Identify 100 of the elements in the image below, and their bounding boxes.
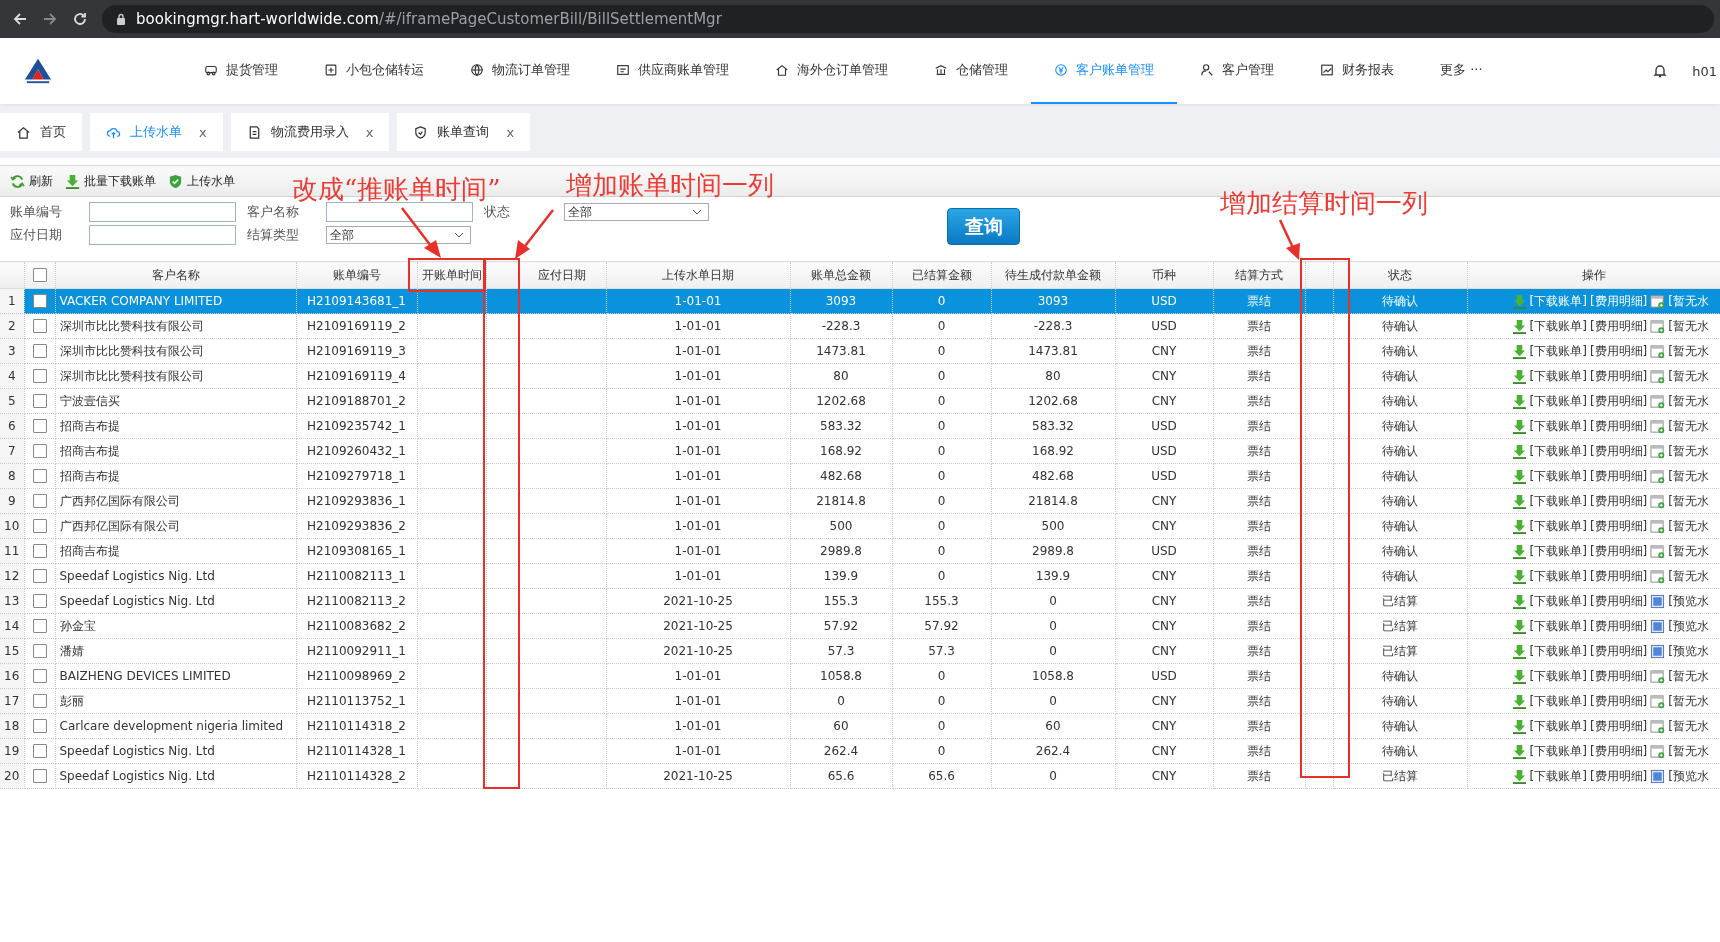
table-row[interactable]: 14 孙金宝 H2110083682_2 2021-10-25 57.92 57.92 0 CNY 票结 已结算 [下载账单] [费用明细] [预览水 [0, 613, 1720, 639]
action-link[interactable]: [下载账单] [1529, 417, 1587, 435]
receipt-link[interactable]: [预览水 [1668, 592, 1709, 610]
action-link[interactable]: [下载账单] [1529, 642, 1587, 660]
row-checkbox[interactable] [32, 619, 47, 634]
table-row[interactable]: 19 Speedaf Logistics Nig. Ltd H2110114328_1 1-01-01 262.4 0 262.4 CNY 票结 待确认 [下载账单] [费用明细] [暂无水 [0, 738, 1720, 764]
nav-item[interactable]: 供应商账单管理 [593, 38, 752, 104]
table-row[interactable]: 8 招商吉布提 H2109279718_1 1-01-01 482.68 0 482.68 USD 票结 待确认 [下载账单] [费用明细] [暂无水 [0, 463, 1720, 489]
action-link[interactable]: [费用明细] [1589, 317, 1648, 335]
bill-number-field[interactable] [89, 202, 236, 222]
receipt-link[interactable]: [暂无水 [1668, 692, 1709, 710]
table-row[interactable]: 17 彭丽 H2110113752_1 1-01-01 0 0 0 CNY 票结 待确认 [下载账单] [费用明细] [暂无水 [0, 688, 1720, 714]
action-link[interactable]: [下载账单] [1529, 617, 1587, 635]
table-row[interactable]: 13 Speedaf Logistics Nig. Ltd H2110082113_2 2021-10-25 155.3 155.3 0 CNY 票结 已结算 [下载账单] [费用明细] [预览水 [0, 588, 1720, 614]
back-icon[interactable] [12, 11, 28, 27]
customer-name-field[interactable] [326, 202, 473, 222]
action-link[interactable]: [费用明细] [1589, 617, 1648, 635]
row-checkbox[interactable] [32, 444, 47, 459]
receipt-link[interactable]: [暂无水 [1668, 667, 1709, 685]
row-checkbox[interactable] [32, 719, 47, 734]
row-checkbox[interactable] [32, 344, 47, 359]
row-checkbox[interactable] [32, 744, 47, 759]
table-row[interactable]: 6 招商吉布提 H2109235742_1 1-01-01 583.32 0 583.32 USD 票结 待确认 [下载账单] [费用明细] [暂无水 [0, 413, 1720, 439]
action-link[interactable]: [下载账单] [1529, 542, 1587, 560]
action-link[interactable]: [下载账单] [1529, 317, 1587, 335]
action-link[interactable]: [下载账单] [1529, 742, 1587, 760]
receipt-link[interactable]: [暂无水 [1668, 717, 1709, 735]
receipt-link[interactable]: [暂无水 [1668, 342, 1709, 360]
table-row[interactable]: 3 深圳市比比赞科技有限公司 H2109169119_3 1-01-01 1473.81 0 1473.81 CNY 票结 待确认 [下载账单] [费用明细] [暂无水 [0, 338, 1720, 364]
receipt-link[interactable]: [预览水 [1668, 767, 1709, 785]
row-checkbox[interactable] [32, 669, 47, 684]
row-checkbox[interactable] [32, 394, 47, 409]
receipt-link[interactable]: [暂无水 [1668, 567, 1709, 585]
row-checkbox[interactable] [32, 494, 47, 509]
row-checkbox[interactable] [32, 769, 47, 784]
action-link[interactable]: [下载账单] [1529, 667, 1587, 685]
table-row[interactable]: 11 招商吉布提 H2109308165_1 1-01-01 2989.8 0 2989.8 USD 票结 待确认 [下载账单] [费用明细] [暂无水 [0, 538, 1720, 564]
row-checkbox[interactable] [32, 419, 47, 434]
bell-icon[interactable] [1652, 63, 1669, 79]
action-link[interactable]: [下载账单] [1529, 467, 1587, 485]
action-link[interactable]: [下载账单] [1529, 692, 1587, 710]
receipt-link[interactable]: [暂无水 [1668, 442, 1709, 460]
action-link[interactable]: [费用明细] [1589, 767, 1648, 785]
receipt-link[interactable]: [暂无水 [1668, 467, 1709, 485]
nav-item[interactable]: 财务报表 [1297, 38, 1417, 104]
action-link[interactable]: [费用明细] [1589, 667, 1648, 685]
row-checkbox[interactable] [32, 469, 47, 484]
receipt-link[interactable]: [暂无水 [1668, 492, 1709, 510]
action-link[interactable]: [费用明细] [1589, 417, 1648, 435]
action-link[interactable]: [费用明细] [1589, 642, 1648, 660]
action-link[interactable]: [下载账单] [1529, 567, 1587, 585]
action-link[interactable]: [费用明细] [1589, 342, 1648, 360]
row-checkbox[interactable] [32, 369, 47, 384]
page-tab[interactable]: 首页 [0, 113, 82, 151]
receipt-link[interactable]: [预览水 [1668, 642, 1709, 660]
action-link[interactable]: [下载账单] [1529, 717, 1587, 735]
row-checkbox[interactable] [32, 569, 47, 584]
row-checkbox[interactable] [32, 694, 47, 709]
select-all-checkbox[interactable] [32, 268, 47, 283]
nav-item[interactable]: 更多 ··· [1417, 38, 1506, 104]
action-link[interactable]: [下载账单] [1529, 367, 1587, 385]
action-link[interactable]: [下载账单] [1529, 442, 1587, 460]
page-tab[interactable]: 物流费用录入 x [230, 113, 390, 151]
table-row[interactable]: 20 Speedaf Logistics Nig. Ltd H2110114328_2 2021-10-25 65.6 65.6 0 CNY 票结 已结算 [下载账单] [费用明细] [预览水 [0, 763, 1720, 789]
table-row[interactable]: 7 招商吉布提 H2109260432_1 1-01-01 168.92 0 168.92 USD 票结 待确认 [下载账单] [费用明细] [暂无水 [0, 438, 1720, 464]
action-link[interactable]: [费用明细] [1589, 742, 1648, 760]
row-checkbox[interactable] [32, 519, 47, 534]
receipt-link[interactable]: [暂无水 [1668, 517, 1709, 535]
table-row[interactable]: 2 深圳市比比赞科技有限公司 H2109169119_2 1-01-01 -228.3 0 -228.3 USD 票结 待确认 [下载账单] [费用明细] [暂无水 [0, 313, 1720, 339]
receipt-link[interactable]: [预览水 [1668, 617, 1709, 635]
row-checkbox[interactable] [32, 644, 47, 659]
receipt-link[interactable]: [暂无水 [1668, 542, 1709, 560]
action-link[interactable]: [下载账单] [1529, 592, 1587, 610]
table-row[interactable]: 16 BAIZHENG DEVICES LIMITED H2110098969_2 1-01-01 1058.8 0 1058.8 USD 票结 待确认 [下载账单] [费用明细] [暂无水 [0, 663, 1720, 689]
due-date-field[interactable] [89, 225, 236, 245]
nav-item[interactable]: 提货管理 [181, 38, 301, 104]
action-link[interactable]: [费用明细] [1589, 592, 1648, 610]
table-row[interactable]: 1 VACKER COMPANY LIMITED H2109143681_1 1-01-01 3093 0 3093 USD 票结 待确认 [下载账单] [费用明细] [暂无水 [0, 288, 1720, 314]
table-row[interactable]: 5 宁波壹信买 H2109188701_2 1-01-01 1202.68 0 1202.68 CNY 票结 待确认 [下载账单] [费用明细] [暂无水 [0, 388, 1720, 414]
action-link[interactable]: [费用明细] [1589, 717, 1648, 735]
receipt-link[interactable]: [暂无水 [1668, 392, 1709, 410]
nav-item[interactable]: 客户管理 [1177, 38, 1297, 104]
receipt-link[interactable]: [暂无水 [1668, 317, 1709, 335]
forward-icon[interactable] [42, 11, 58, 27]
action-link[interactable]: [下载账单] [1529, 392, 1587, 410]
row-checkbox[interactable] [32, 294, 47, 309]
action-link[interactable]: [下载账单] [1529, 342, 1587, 360]
action-link[interactable]: [费用明细] [1589, 492, 1648, 510]
action-link[interactable]: [下载账单] [1529, 492, 1587, 510]
action-link[interactable]: [费用明细] [1589, 367, 1648, 385]
row-checkbox[interactable] [32, 544, 47, 559]
settlement-type-select[interactable]: 全部 [326, 226, 471, 244]
close-tab-button[interactable]: x [199, 124, 207, 140]
action-link[interactable]: [费用明细] [1589, 442, 1648, 460]
page-tab[interactable]: 上传水单 x [90, 113, 223, 151]
status-select[interactable]: 全部 [564, 203, 709, 221]
close-tab-button[interactable]: x [506, 124, 515, 140]
address-bar[interactable]: bookingmgr.hart-worldwide.com/#/iframePageCustomerBill/BillSettlementMgr [102, 5, 1714, 33]
row-checkbox[interactable] [32, 319, 47, 334]
nav-item[interactable]: 海外仓订单管理 [752, 38, 911, 104]
